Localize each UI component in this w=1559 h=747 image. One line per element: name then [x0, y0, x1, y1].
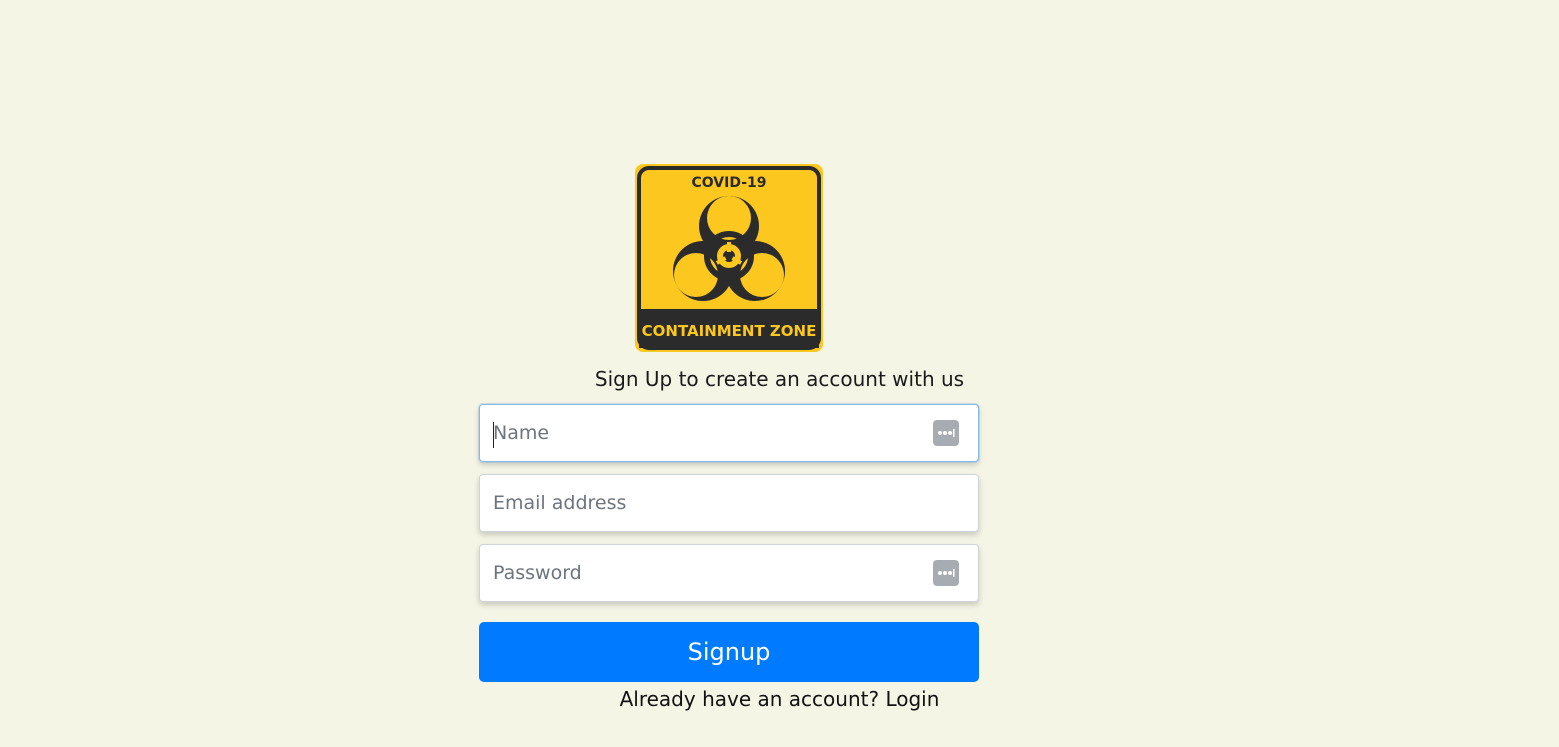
login-link[interactable]: Login [885, 687, 939, 711]
name-input[interactable] [480, 405, 978, 461]
signup-subtitle: Sign Up to create an account with us [594, 367, 965, 391]
signup-page: COVID-19 CONTAINMENT ZONE Sign Up to cre… [0, 0, 1559, 747]
dots-icon [938, 429, 955, 437]
dots-icon [938, 569, 955, 577]
password-input[interactable] [480, 545, 978, 601]
logo-bottom-text: CONTAINMENT ZONE [642, 322, 817, 340]
logo-top-text: COVID-19 [691, 175, 766, 191]
login-prompt-text: Already have an account? [619, 687, 880, 711]
password-field[interactable] [479, 544, 979, 602]
password-manager-icon[interactable] [933, 560, 959, 586]
password-manager-icon[interactable] [933, 420, 959, 446]
name-field[interactable] [479, 404, 979, 462]
text-caret [493, 422, 494, 448]
login-prompt: Already have an account? Login [100, 686, 1459, 712]
email-field[interactable] [479, 474, 979, 532]
email-input[interactable] [480, 475, 978, 531]
signup-button[interactable]: Signup [479, 622, 979, 682]
covid-containment-zone-logo: COVID-19 CONTAINMENT ZONE [635, 164, 823, 352]
